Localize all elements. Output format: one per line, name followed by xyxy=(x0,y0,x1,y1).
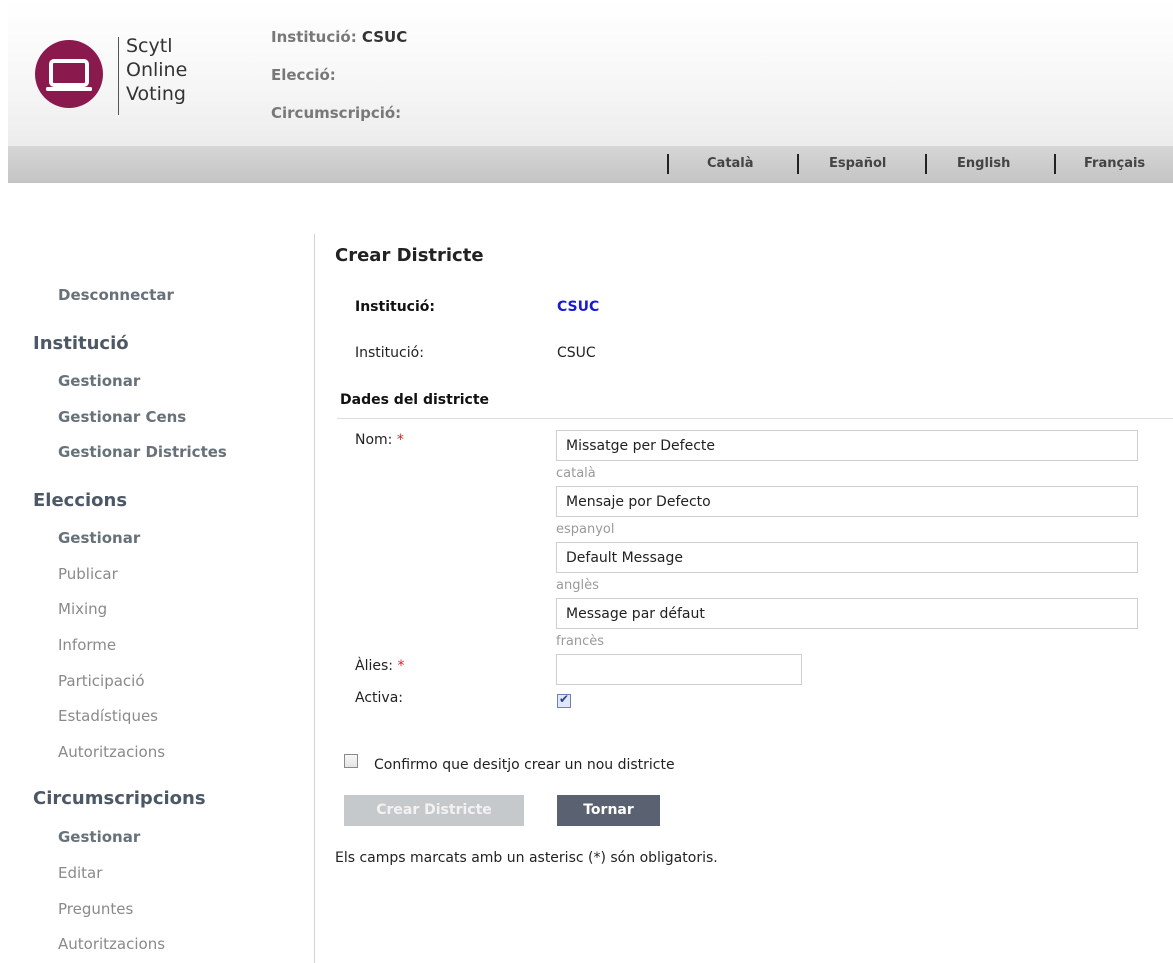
header-institucio-label: Institució: xyxy=(271,28,357,46)
nom-field-catala[interactable] xyxy=(556,430,1138,461)
nom-field-angles[interactable] xyxy=(556,542,1138,573)
nom-field-espanyol[interactable] xyxy=(556,486,1138,517)
logo-line-3: Voting xyxy=(126,83,186,105)
nav-item-mixing[interactable]: Mixing xyxy=(58,600,107,618)
nav-item-preguntes[interactable]: Preguntes xyxy=(58,900,133,918)
language-separator xyxy=(925,154,927,174)
nom-field-frances[interactable] xyxy=(556,598,1138,629)
nom-label: Nom: * xyxy=(355,432,404,448)
logo-line-1: Scytl xyxy=(126,35,173,57)
language-separator xyxy=(1054,154,1056,174)
nav-item-publicar[interactable]: Publicar xyxy=(58,565,118,583)
header-eleccio-label: Elecció: xyxy=(271,66,336,84)
logout-link[interactable]: Desconnectar xyxy=(58,286,174,304)
logo-line-2: Online xyxy=(126,59,188,81)
language-separator xyxy=(667,154,669,174)
language-bar: Català Español English Français xyxy=(8,146,1173,183)
nom-label-text: Nom: xyxy=(355,432,393,448)
header-institucio-value: CSUC xyxy=(361,28,408,46)
nav-item-gestionar-cens[interactable]: Gestionar Cens xyxy=(58,408,186,426)
nom-lang-angles: anglès xyxy=(556,578,599,593)
nav-item-editar[interactable]: Editar xyxy=(58,864,102,882)
alies-field[interactable] xyxy=(556,654,802,685)
language-link-espanol[interactable]: Español xyxy=(829,156,886,171)
nav-section-institucio: Institució xyxy=(33,333,129,354)
logo-divider xyxy=(118,37,119,115)
sidebar-divider xyxy=(314,234,315,963)
header-institucio: Institució: CSUC xyxy=(271,28,407,46)
nav-item-eleccions-autoritzacions[interactable]: Autoritzacions xyxy=(58,743,165,761)
nom-lang-catala: català xyxy=(556,466,596,481)
page-title: Crear Districte xyxy=(335,245,484,266)
language-link-catala[interactable]: Català xyxy=(707,156,754,171)
alies-label: Àlies: * xyxy=(355,658,404,674)
nom-lang-frances: francès xyxy=(556,634,605,649)
required-mark: * xyxy=(397,658,405,674)
nav-item-eleccions-gestionar[interactable]: Gestionar xyxy=(58,529,140,547)
back-button[interactable]: Tornar xyxy=(557,795,660,826)
nav-section-circumscripcions: Circumscripcions xyxy=(33,788,206,809)
nav-item-institucio-gestionar[interactable]: Gestionar xyxy=(58,372,140,390)
language-separator xyxy=(797,154,799,174)
nav-section-eleccions: Eleccions xyxy=(33,490,128,511)
logo-text: Scytl Online Voting xyxy=(126,34,187,106)
nav-item-gestionar-districtes[interactable]: Gestionar Districtes xyxy=(58,443,227,461)
language-link-english[interactable]: English xyxy=(957,156,1010,171)
section-title-dades: Dades del districte xyxy=(340,392,490,408)
institucio-value: CSUC xyxy=(557,345,596,361)
nav-item-circumscripcions-autoritzacions[interactable]: Autoritzacions xyxy=(58,935,165,953)
activa-label: Activa: xyxy=(355,690,403,706)
institucio-link[interactable]: CSUC xyxy=(557,299,599,315)
header-circumscripcio-label: Circumscripció: xyxy=(271,104,402,122)
institucio-label: Institució: xyxy=(355,345,424,361)
header: Scytl Online Voting Institució: CSUC Ele… xyxy=(8,0,1173,146)
nav-item-informe[interactable]: Informe xyxy=(58,636,116,654)
section-divider xyxy=(337,418,1173,419)
institucio-label-bold: Institució: xyxy=(355,299,435,315)
required-fields-note: Els camps marcats amb un asterisc (*) só… xyxy=(335,850,718,866)
laptop-icon xyxy=(35,40,103,108)
confirm-label: Confirmo que desitjo crear un nou distri… xyxy=(374,757,675,773)
nav-item-participacio[interactable]: Participació xyxy=(58,672,145,690)
activa-checkbox[interactable] xyxy=(557,692,571,708)
nav-item-estadistiques[interactable]: Estadístiques xyxy=(58,707,158,725)
alies-label-text: Àlies: xyxy=(355,658,393,674)
nav-item-circumscripcions-gestionar[interactable]: Gestionar xyxy=(58,828,140,846)
confirm-checkbox[interactable] xyxy=(344,754,358,768)
nom-lang-espanyol: espanyol xyxy=(556,522,615,537)
create-district-button[interactable]: Crear Districte xyxy=(344,795,524,826)
required-mark: * xyxy=(396,432,404,448)
language-link-francais[interactable]: Français xyxy=(1084,156,1145,171)
